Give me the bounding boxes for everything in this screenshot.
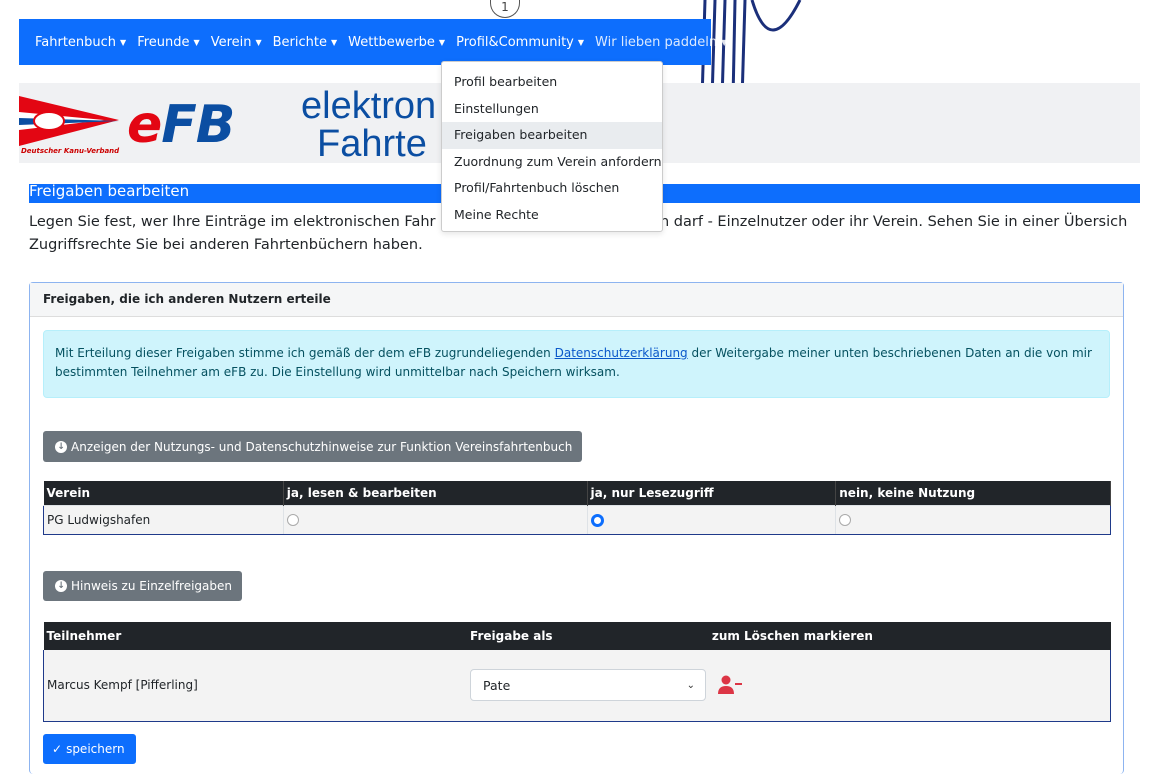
select-value: Pate: [483, 677, 511, 693]
menu-item-profil-loeschen[interactable]: Profil/Fahrtenbuch löschen: [442, 175, 662, 202]
nav-label: Fahrtenbuch: [35, 34, 117, 50]
arrow-down-circle-icon: ↓: [55, 580, 67, 592]
button-label: speichern: [66, 742, 125, 756]
table-row: PG Ludwigshafen: [43, 504, 1111, 535]
caret-down-icon: ▼: [120, 37, 127, 47]
page-title: Freigaben bearbeiten: [29, 182, 190, 200]
radio-nur-lesezugriff[interactable]: [590, 513, 604, 527]
alert-text-1: Mit Erteilung dieser Freigaben stimme ic…: [55, 346, 555, 360]
caret-down-icon: ▼: [577, 37, 585, 47]
nav-label: Wettbewerbe: [348, 34, 435, 50]
column-header: Teilnehmer: [43, 622, 468, 650]
column-header: zum Löschen markieren: [708, 622, 1111, 650]
caret-down-icon: ▼: [193, 37, 200, 47]
button-label: Hinweis zu Einzelfreigaben: [71, 579, 233, 593]
alert-text-2: der Weitergabe meiner unten beschriebene…: [687, 346, 1092, 360]
column-header: ja, nur Lesezugriff: [587, 481, 837, 505]
nav-verein[interactable]: Verein ▼: [211, 35, 262, 50]
verein-name: PG Ludwigshafen: [43, 504, 284, 535]
step-badge: 1: [490, 0, 520, 18]
radio-cell: [586, 504, 837, 535]
table-header-row: Teilnehmer Freigabe als zum Löschen mark…: [43, 622, 1111, 650]
profil-community-dropdown: Profil bearbeiten Einstellungen Freigabe…: [441, 61, 663, 232]
table-row: Marcus Kempf [Pifferling] Pate ⌄: [43, 650, 1112, 722]
alert-text-3: bestimmten Teilnehmer am eFB zu. Die Ein…: [55, 365, 620, 379]
caret-down-icon: ▼: [721, 37, 728, 47]
freigabe-select[interactable]: Pate ⌄: [470, 669, 707, 702]
banner-title-line2: Fahrte: [317, 123, 427, 165]
freigaben-card: Freigaben, die ich anderen Nutzern ertei…: [29, 282, 1124, 774]
radio-lesen-bearbeiten[interactable]: [286, 514, 299, 526]
column-header: Freigabe als: [467, 622, 709, 650]
arrow-down-circle-icon: ↓: [55, 440, 67, 453]
radio-cell: [835, 504, 1111, 535]
user-minus-icon[interactable]: [717, 675, 742, 695]
column-header: Verein: [43, 481, 284, 505]
freigabe-cell: Pate ⌄: [467, 650, 1112, 722]
teilnehmer-name: Marcus Kempf [Pifferling]: [43, 650, 468, 722]
nav-label: Profil&Community: [456, 34, 574, 50]
radio-cell: [282, 504, 588, 535]
nav-label: Verein: [210, 34, 252, 50]
column-header: ja, lesen & bearbeiten: [283, 481, 588, 505]
chevron-down-icon: ⌄: [686, 679, 696, 691]
nav-label: Wir lieben paddeln: [595, 34, 718, 50]
main-navbar: Fahrtenbuch ▼ Freunde ▼ Verein ▼ Berichte ▼ …: [19, 19, 727, 65]
efb-logo-text: eFB: [127, 95, 235, 155]
save-button[interactable]: ✓ speichern: [43, 734, 136, 764]
datenschutz-link[interactable]: Datenschutzerklärung: [555, 346, 688, 360]
caret-down-icon: ▼: [255, 37, 262, 47]
nav-wir-lieben-paddeln[interactable]: Wir lieben paddeln ▼: [595, 35, 727, 50]
menu-item-profil-bearbeiten[interactable]: Profil bearbeiten: [442, 69, 662, 96]
table-header-row: Verein ja, lesen & bearbeiten ja, nur Le…: [43, 481, 1111, 505]
logo-e: e: [127, 95, 162, 155]
dkv-small-text: Deutscher Kanu-Verband: [21, 147, 120, 155]
intro-line2: Zugriffsrechte Sie bei anderen Fahrtenbü…: [29, 237, 423, 253]
banner-title-line1: elektron: [301, 85, 437, 127]
caret-down-icon: ▼: [438, 37, 446, 47]
check-icon: ✓: [52, 742, 63, 756]
card-header: Freigaben, die ich anderen Nutzern ertei…: [30, 283, 1123, 317]
button-label: Anzeigen der Nutzungs- und Datenschutzhi…: [71, 439, 573, 454]
menu-item-freigaben-bearbeiten[interactable]: Freigaben bearbeiten: [442, 122, 662, 149]
caret-down-icon: ▼: [331, 37, 338, 47]
intro-line1-right: n darf - Einzelnutzer oder ihr Verein. S…: [660, 214, 1128, 230]
menu-item-zuordnung-verein[interactable]: Zuordnung zum Verein anfordern: [442, 149, 662, 176]
radio-keine-nutzung[interactable]: [839, 514, 852, 526]
vereins-hinweise-button[interactable]: ↓ Anzeigen der Nutzungs- und Datenschutz…: [43, 431, 583, 462]
nav-fahrtenbuch[interactable]: Fahrtenbuch ▼: [35, 35, 126, 50]
nav-berichte[interactable]: Berichte ▼: [273, 35, 338, 50]
teilnehmer-table: Teilnehmer Freigabe als zum Löschen mark…: [43, 622, 1112, 722]
nav-profil-community[interactable]: Profil&Community ▼: [456, 35, 584, 50]
column-header: nein, keine Nutzung: [835, 481, 1111, 505]
nav-freunde[interactable]: Freunde ▼: [137, 35, 199, 50]
verein-table: Verein ja, lesen & bearbeiten ja, nur Le…: [43, 481, 1111, 535]
einzelfreigaben-hinweis-button[interactable]: ↓ Hinweis zu Einzelfreigaben: [43, 571, 243, 601]
menu-item-meine-rechte[interactable]: Meine Rechte: [442, 202, 662, 229]
logo-fb: FB: [161, 95, 235, 155]
nav-label: Freunde: [137, 34, 190, 50]
nav-wettbewerbe[interactable]: Wettbewerbe ▼: [348, 35, 445, 50]
nav-label: Berichte: [272, 34, 327, 50]
info-alert: Mit Erteilung dieser Freigaben stimme ic…: [43, 330, 1110, 398]
menu-item-einstellungen[interactable]: Einstellungen: [442, 96, 662, 123]
